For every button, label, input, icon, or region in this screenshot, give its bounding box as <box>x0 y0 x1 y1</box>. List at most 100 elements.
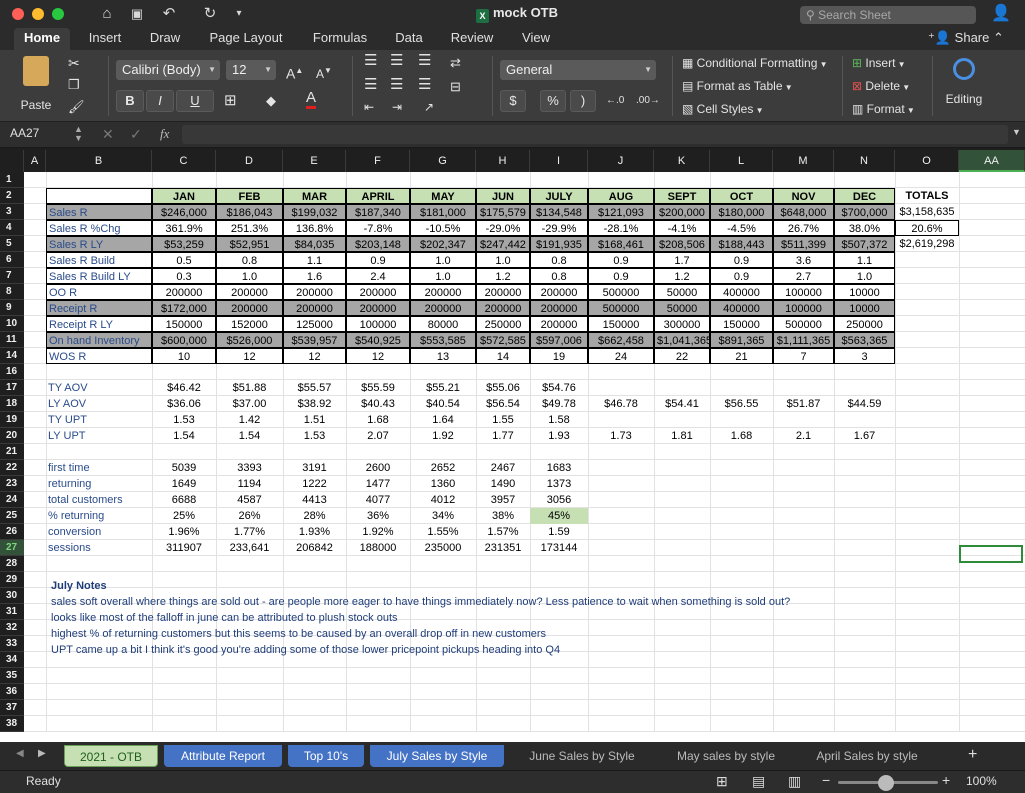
metric-cell[interactable]: 2600 <box>346 460 410 476</box>
format-cells-button[interactable]: ▥ Format ▼ <box>852 100 915 120</box>
table-cell[interactable]: 1.7 <box>654 252 710 268</box>
table-cell[interactable]: 400000 <box>710 300 773 316</box>
name-box-stepper-icon[interactable]: ▲ ▼ <box>74 125 83 143</box>
row-header-25[interactable]: 25 <box>0 508 24 524</box>
table-cell[interactable]: 21 <box>710 348 773 364</box>
metric-cell[interactable]: 1490 <box>476 476 530 492</box>
month-header-april[interactable]: APRIL <box>346 188 410 204</box>
table-cell[interactable]: 136.8% <box>283 220 346 236</box>
table-cell[interactable]: $202,347 <box>410 236 476 252</box>
row-header-14[interactable]: 14 <box>0 348 24 364</box>
column-header-f[interactable]: F <box>346 150 410 172</box>
scroll-tabs-right-icon[interactable]: ▶ <box>38 748 46 759</box>
totals-header[interactable]: TOTALS <box>895 188 959 204</box>
metric-cell[interactable]: 1.81 <box>654 428 710 444</box>
month-header-feb[interactable]: FEB <box>216 188 283 204</box>
total-cell[interactable]: 20.6% <box>895 220 959 236</box>
table-cell[interactable]: -10.5% <box>410 220 476 236</box>
month-header-aug[interactable]: AUG <box>588 188 654 204</box>
row-label[interactable]: conversion <box>46 524 152 540</box>
metric-cell[interactable]: $38.92 <box>283 396 346 412</box>
sheet-tab-july-sales-by-style[interactable]: July Sales by Style <box>370 745 504 767</box>
table-cell[interactable]: $563,365 <box>834 332 895 348</box>
table-cell[interactable]: 200000 <box>530 284 588 300</box>
metric-cell[interactable]: 2.1 <box>773 428 834 444</box>
metric-cell[interactable]: 28% <box>283 508 346 524</box>
table-cell[interactable]: 1.0 <box>476 252 530 268</box>
metric-cell[interactable]: 1649 <box>152 476 216 492</box>
column-header-k[interactable]: K <box>654 150 710 172</box>
table-cell[interactable]: 200000 <box>152 284 216 300</box>
worksheet-grid[interactable]: A B C D E F G H I J K L M N O AA 1 2 3 4 5 6 7 8 9 10 11 14 16 17 18 1… <box>0 150 1025 742</box>
metric-cell[interactable]: $51.87 <box>773 396 834 412</box>
metric-cell[interactable]: 1194 <box>216 476 283 492</box>
table-cell[interactable]: 50000 <box>654 300 710 316</box>
month-header-dec[interactable]: DEC <box>834 188 895 204</box>
table-corner-cell[interactable] <box>46 188 152 204</box>
align-center-icon[interactable]: ☰ <box>390 76 403 94</box>
row-header-23[interactable]: 23 <box>0 476 24 492</box>
metric-cell[interactable]: 4077 <box>346 492 410 508</box>
table-cell[interactable]: 1.0 <box>216 268 283 284</box>
redo-icon[interactable]: ↻ <box>200 4 220 24</box>
table-cell[interactable]: 1.1 <box>834 252 895 268</box>
row-header-21[interactable]: 21 <box>0 444 24 460</box>
metric-cell[interactable]: 4012 <box>410 492 476 508</box>
table-cell[interactable]: -7.8% <box>346 220 410 236</box>
metric-cell[interactable]: $46.78 <box>588 396 654 412</box>
row-label[interactable]: Sales R %Chg <box>46 220 152 236</box>
table-cell[interactable]: 300000 <box>654 316 710 332</box>
column-header-d[interactable]: D <box>216 150 283 172</box>
metric-cell[interactable]: 1222 <box>283 476 346 492</box>
table-cell[interactable]: 0.9 <box>710 252 773 268</box>
formula-input[interactable] <box>182 125 1008 144</box>
note-line[interactable]: UPT came up a bit I think it's good you'… <box>51 642 560 658</box>
table-cell[interactable]: 150000 <box>710 316 773 332</box>
text-orientation-icon[interactable]: ↗ <box>424 98 434 116</box>
metric-cell[interactable]: 188000 <box>346 540 410 556</box>
table-cell[interactable]: 0.9 <box>588 252 654 268</box>
metric-cell[interactable]: $54.76 <box>530 380 588 396</box>
row-header-1[interactable]: 1 <box>0 172 24 188</box>
expand-formula-bar-icon[interactable]: ▼ <box>1012 127 1021 137</box>
metric-cell[interactable]: 1360 <box>410 476 476 492</box>
add-sheet-icon[interactable]: + <box>968 746 977 764</box>
row-header-29[interactable]: 29 <box>0 572 24 588</box>
metric-cell[interactable]: $55.06 <box>476 380 530 396</box>
table-cell[interactable]: 250000 <box>834 316 895 332</box>
metric-cell[interactable]: 1.59 <box>530 524 588 540</box>
metric-cell[interactable]: 25% <box>152 508 216 524</box>
column-header-aa[interactable]: AA <box>959 150 1025 172</box>
table-cell[interactable]: $511,399 <box>773 236 834 252</box>
currency-format-button[interactable]: $ <box>500 90 526 112</box>
table-cell[interactable]: 26.7% <box>773 220 834 236</box>
table-cell[interactable]: 100000 <box>346 316 410 332</box>
note-line[interactable]: looks like most of the falloff in june c… <box>51 610 398 626</box>
metric-cell[interactable]: 1.73 <box>588 428 654 444</box>
table-cell[interactable]: 250000 <box>476 316 530 332</box>
metric-cell[interactable]: 1.54 <box>152 428 216 444</box>
table-cell[interactable]: 1.1 <box>283 252 346 268</box>
row-label[interactable]: WOS R <box>46 348 152 364</box>
metric-cell[interactable]: 1.93% <box>283 524 346 540</box>
table-cell[interactable]: $187,340 <box>346 204 410 220</box>
table-cell[interactable]: 12 <box>216 348 283 364</box>
row-label[interactable]: total customers <box>46 492 152 508</box>
table-cell[interactable]: 0.9 <box>710 268 773 284</box>
table-cell[interactable]: 200000 <box>410 300 476 316</box>
table-cell[interactable]: 100000 <box>773 284 834 300</box>
tab-draw[interactable]: Draw <box>142 28 188 50</box>
table-cell[interactable]: 152000 <box>216 316 283 332</box>
metric-cell[interactable]: 2652 <box>410 460 476 476</box>
table-cell[interactable]: 10 <box>152 348 216 364</box>
table-cell[interactable]: 150000 <box>588 316 654 332</box>
metric-cell[interactable]: $54.41 <box>654 396 710 412</box>
total-cell[interactable]: $2,619,298 <box>895 236 959 252</box>
metric-cell[interactable]: 4587 <box>216 492 283 508</box>
table-cell[interactable]: 7 <box>773 348 834 364</box>
decrease-font-size-icon[interactable]: A▼ <box>316 62 332 83</box>
table-cell[interactable]: $540,925 <box>346 332 410 348</box>
sheet-tab-2021-otb[interactable]: 2021 - OTB <box>64 745 158 767</box>
undo-icon[interactable]: ↶ <box>158 4 180 24</box>
table-cell[interactable]: $52,951 <box>216 236 283 252</box>
